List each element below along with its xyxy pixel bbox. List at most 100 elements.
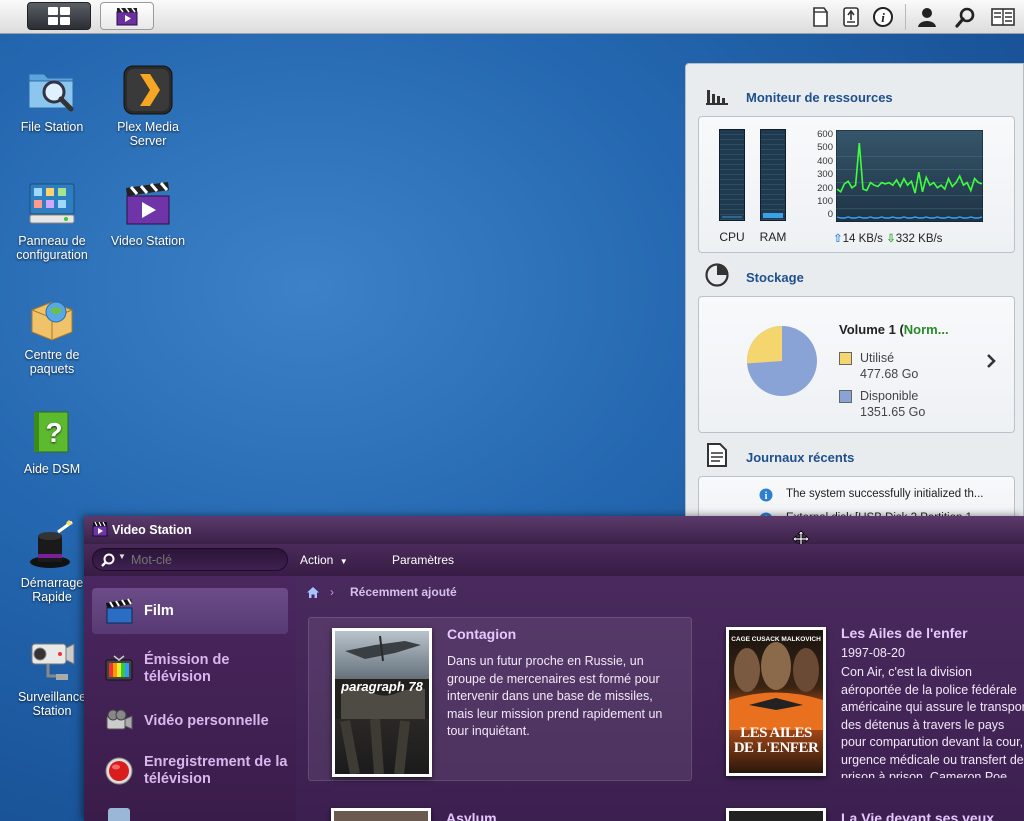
movie-title[interactable]: Asylum: [446, 810, 497, 821]
sidebar-item-label: Vidéo personnelle: [144, 712, 269, 729]
grid-icon: [48, 7, 70, 25]
cpu-label: CPU: [719, 230, 745, 244]
caret-down-icon: ▼: [118, 552, 126, 561]
movie-title[interactable]: La Vie devant ses yeux: [841, 810, 994, 821]
upload-arrow-icon: ⇧: [833, 233, 843, 245]
record-icon: [105, 757, 133, 785]
desktop-icon-plex[interactable]: Plex Media Server: [98, 64, 198, 148]
movie-description: Dans un futur proche en Russie, un group…: [447, 654, 663, 738]
used-legend: Utilisé 477.68 Go: [860, 350, 918, 382]
svg-text:?: ?: [45, 417, 62, 448]
y-tick-label: 500: [817, 142, 833, 154]
desktop-icon-label: Video Station: [110, 234, 186, 248]
settings-button[interactable]: Paramètres: [392, 553, 454, 567]
desktop-icon-label: Aide DSM: [23, 462, 81, 476]
main-menu-button[interactable]: [27, 2, 91, 30]
caret-down-icon: ▼: [339, 557, 348, 566]
search-icon[interactable]: [954, 0, 978, 33]
poster-actors: CAGE CUSACK MALKOVICH: [731, 636, 821, 643]
storage-box: Volume 1 (Norm... Utilisé 477.68 Go Disp…: [698, 296, 1015, 433]
free-label: Disponible: [860, 389, 919, 403]
clapperboard-icon: [106, 598, 133, 624]
magic-hat-icon: [26, 520, 78, 572]
movie-card[interactable]: CAGE CUSACK MALKOVICH LES AILES DE L'ENF…: [710, 617, 1024, 779]
volume-name[interactable]: Volume 1 (Norm...: [839, 322, 949, 337]
svg-text:i: i: [881, 10, 885, 25]
download-arrow-icon: ⇩: [886, 233, 896, 245]
desktop-icon-label: File Station: [20, 120, 84, 134]
breadcrumb-separator-icon: ›: [330, 585, 334, 599]
movie-poster: CAGE CUSACK MALKOVICH LES AILES DE L'ENF…: [726, 627, 826, 776]
info-icon: i: [759, 488, 775, 504]
desktop-icon-video-station[interactable]: Video Station: [98, 178, 198, 248]
y-tick-label: 200: [817, 182, 833, 194]
action-menu-button[interactable]: Action ▼: [300, 553, 348, 567]
taskbar-divider: [905, 4, 906, 30]
free-value: 1351.65 Go: [860, 405, 926, 419]
home-icon[interactable]: [306, 586, 320, 599]
action-label: Action: [300, 553, 334, 567]
desktop-icon-file-station[interactable]: File Station: [2, 64, 102, 134]
video-station-icon: [122, 178, 174, 230]
search-icon: [101, 553, 115, 567]
free-swatch: [839, 390, 852, 403]
control-panel-icon: [26, 178, 78, 230]
sidebar-item-tv-shows[interactable]: Émission de télévision: [92, 646, 288, 692]
sidebar-next-icon[interactable]: [108, 808, 130, 821]
movie-date: 1997-08-20: [841, 646, 905, 660]
movie-poster[interactable]: [726, 808, 826, 821]
free-legend: Disponible 1351.65 Go: [860, 388, 925, 420]
volume-label: Volume 1 (: [839, 322, 904, 337]
desktop-icon-label: Démarrage Rapide: [20, 576, 84, 604]
y-tick-label: 300: [817, 169, 833, 181]
resource-monitor-icon: [706, 90, 728, 105]
taskbar-video-station-button[interactable]: [100, 2, 154, 30]
taskbar: i: [0, 0, 1024, 34]
window-title: Video Station: [112, 523, 192, 537]
movie-poster: paragraph 78: [332, 628, 432, 777]
poster-title: LES AILES DE L'ENFER: [733, 725, 819, 756]
desktop-icon-label: Surveillance Station: [17, 690, 87, 718]
log-entry[interactable]: The system successfully initialized th..…: [786, 488, 984, 500]
search-input[interactable]: [129, 551, 283, 569]
sidebar-item-home-video[interactable]: Vidéo personnelle: [92, 698, 288, 744]
desktop-icon-label: Centre de paquets: [24, 348, 80, 376]
video-station-icon: [116, 7, 138, 26]
movie-title[interactable]: Les Ailes de l'enfer: [841, 625, 968, 641]
notification-icon[interactable]: [808, 0, 832, 33]
network-speed: ⇧14 KB/s ⇩332 KB/s: [833, 231, 942, 245]
desktop-icon-label: Panneau de configuration: [16, 234, 88, 262]
y-tick-label: 100: [817, 196, 833, 207]
ram-meter: [760, 129, 786, 221]
movie-poster[interactable]: [331, 808, 431, 821]
movie-title[interactable]: Contagion: [447, 626, 516, 642]
sidebar-item-film[interactable]: Film: [92, 588, 288, 634]
movie-card[interactable]: paragraph 78 Contagion Dans un futur pro…: [308, 617, 692, 781]
main-content: › Récemment ajouté paragraph 78 Contagio…: [296, 576, 1024, 821]
search-box[interactable]: ▼: [92, 548, 288, 571]
desktop-icon-control-panel[interactable]: Panneau de configuration: [2, 178, 102, 262]
desktop-icon-package-center[interactable]: Centre de paquets: [2, 292, 102, 376]
breadcrumb[interactable]: Récemment ajouté: [350, 585, 457, 599]
widgets-toggle-icon[interactable]: [990, 0, 1016, 33]
used-value: 477.68 Go: [860, 367, 919, 381]
window-titlebar[interactable]: Video Station: [84, 516, 1024, 548]
poster-title: paragraph 78: [340, 679, 423, 694]
used-label: Utilisé: [860, 351, 895, 365]
resource-monitor-box: CPU RAM 600 500 400 300 200 100 0 ⇧14 KB/s ⇩33…: [698, 116, 1015, 253]
upload-speed: 14 KB/s: [842, 233, 883, 245]
sidebar-item-label: Enregistrement de la télévision: [144, 754, 288, 787]
desktop-icon-help[interactable]: ? Aide DSM: [2, 406, 102, 476]
info-icon[interactable]: i: [871, 0, 895, 33]
sidebar-item-label: Film: [144, 602, 174, 619]
package-center-icon: [26, 292, 78, 344]
movie-description: Con Air, c'est la division aéroportée de…: [841, 665, 1024, 778]
user-icon[interactable]: [915, 0, 939, 33]
usb-eject-icon[interactable]: [839, 0, 863, 33]
video-station-window: Video Station ▼ Action ▼ Paramètres Film: [84, 516, 1024, 821]
svg-text:i: i: [765, 491, 768, 502]
y-tick-label: 600: [817, 129, 833, 140]
sidebar-item-tv-recording[interactable]: Enregistrement de la télévision: [92, 748, 288, 794]
chevron-right-icon[interactable]: [986, 354, 996, 368]
ram-label: RAM: [759, 230, 787, 244]
